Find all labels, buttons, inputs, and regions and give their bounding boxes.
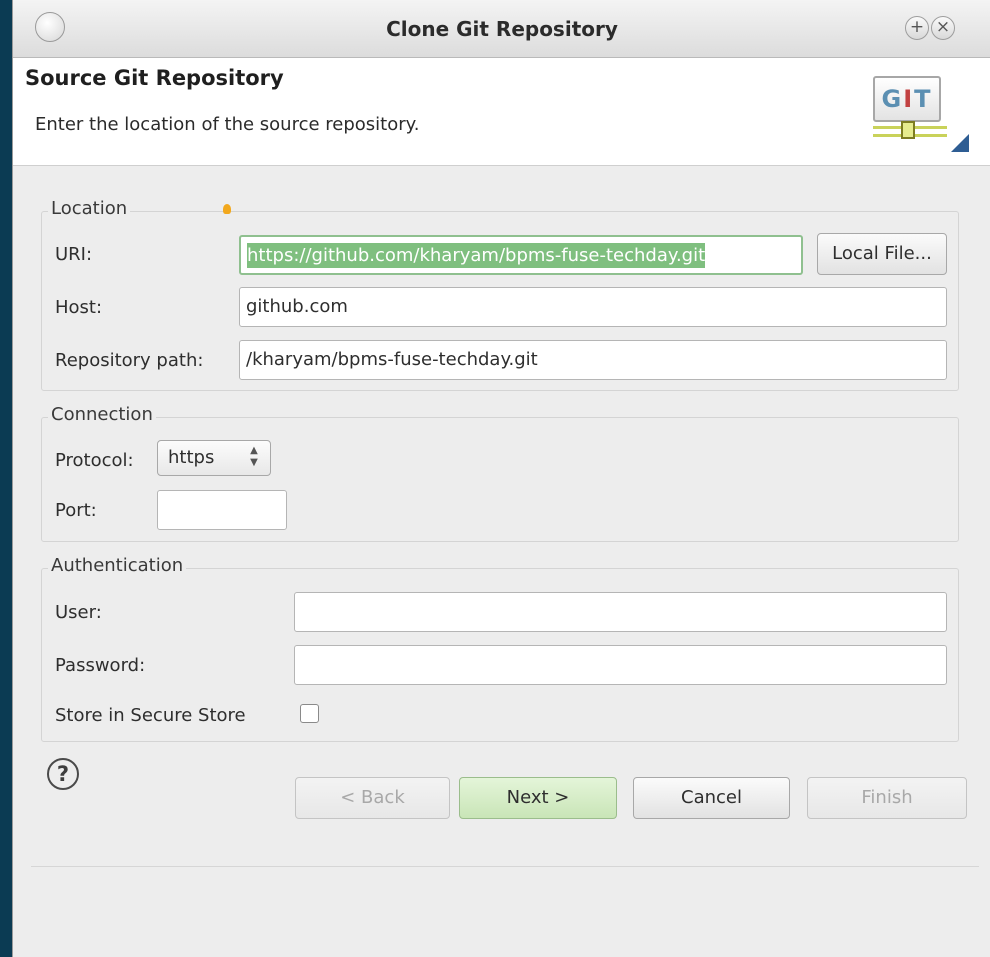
password-label: Password: (55, 655, 146, 676)
store-secure-label: Store in Secure Store (55, 705, 246, 726)
connection-legend: Connection (48, 404, 156, 425)
host-input[interactable]: github.com (239, 287, 947, 327)
password-input[interactable] (294, 645, 947, 685)
back-button[interactable]: < Back (295, 777, 450, 819)
page-description: Enter the location of the source reposit… (35, 114, 420, 135)
protocol-label: Protocol: (55, 450, 134, 471)
repository-path-label: Repository path: (55, 350, 204, 371)
next-button[interactable]: Next > (459, 777, 617, 819)
host-label: Host: (55, 297, 103, 318)
wizard-header: Source Git Repository Enter the location… (13, 58, 990, 166)
page-title: Source Git Repository (25, 66, 284, 90)
store-secure-checkbox[interactable] (300, 704, 319, 723)
help-icon[interactable]: ? (47, 758, 79, 790)
wizard-corner-icon (951, 134, 969, 152)
user-label: User: (55, 602, 102, 623)
local-file-button[interactable]: Local File... (817, 233, 947, 275)
git-logo-node (901, 121, 915, 139)
uri-label: URI: (55, 244, 93, 265)
content-assist-bulb-icon (223, 204, 231, 214)
location-legend: Location (48, 198, 131, 219)
git-logo-icon: GIT (869, 68, 969, 158)
finish-button[interactable]: Finish (807, 777, 967, 819)
protocol-select[interactable]: https ▲ ▼ (157, 440, 271, 476)
user-input[interactable] (294, 592, 947, 632)
port-label: Port: (55, 500, 97, 521)
git-logo-letter-g: G (881, 85, 904, 113)
repository-path-input[interactable]: /kharyam/bpms-fuse-techday.git (239, 340, 947, 380)
spinner-arrows-icon: ▲ ▼ (250, 445, 258, 468)
title-bar[interactable]: Clone Git Repository + × (13, 0, 990, 58)
window-title: Clone Git Repository (386, 17, 618, 41)
authentication-legend: Authentication (48, 555, 187, 576)
uri-input[interactable]: https://github.com/kharyam/bpms-fuse-tec… (239, 235, 803, 275)
port-input[interactable] (157, 490, 287, 530)
uri-value: https://github.com/kharyam/bpms-fuse-tec… (247, 243, 706, 268)
cancel-button[interactable]: Cancel (633, 777, 790, 819)
git-logo-letter-t: T (914, 85, 933, 113)
git-logo-letter-i: I (903, 85, 915, 113)
protocol-value: https (168, 447, 215, 468)
close-button[interactable]: × (931, 16, 955, 40)
maximize-button[interactable]: + (905, 16, 929, 40)
footer-separator (31, 866, 979, 867)
clone-git-repository-dialog: Clone Git Repository + × Source Git Repo… (12, 0, 990, 957)
git-logo-box: GIT (873, 76, 941, 122)
